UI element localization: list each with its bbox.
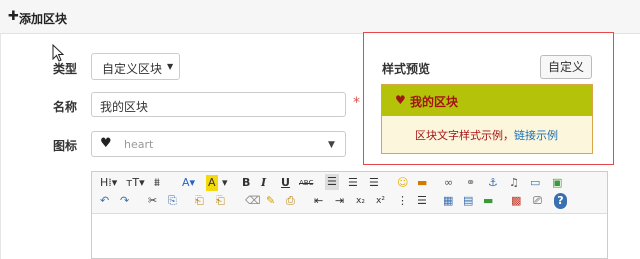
link-icon[interactable]: ∞ — [444, 175, 453, 191]
type-dropdown-button[interactable]: 自定义区块 ▼ — [91, 53, 180, 80]
paste-text-icon[interactable]: ⎗ — [216, 193, 225, 209]
preview-block: ♥ 我的区块 区块文字样式示例，链接示例 — [381, 84, 593, 154]
icon-select-value: heart — [124, 138, 154, 151]
help-icon[interactable]: ? — [554, 193, 567, 209]
media-icon[interactable]: ♫ — [509, 175, 519, 191]
underline-button[interactable]: U — [281, 175, 290, 191]
superscript-icon[interactable]: x² — [376, 193, 385, 209]
preview-block-text: 区块文字样式示例，链接示例 — [415, 127, 558, 143]
preview-block-body: 区块文字样式示例，链接示例 — [382, 116, 592, 153]
editor-toolbar: H⁞▾ ᴛT▾ ⩩ A▾ A ▾ B I U ABC ☰ ☰ ☰ ☺ ▬ ∞ ⚭… — [92, 172, 607, 214]
clear-format-icon[interactable]: ⎙ — [286, 193, 295, 209]
outdent-icon[interactable]: ⇤ — [314, 193, 323, 209]
customize-button[interactable]: 自定义 — [540, 55, 592, 79]
heart-icon: ♥ — [100, 136, 112, 151]
panel-header: ✚ 添加区块 — [0, 0, 640, 34]
strikethrough-button[interactable]: ABC — [299, 175, 313, 191]
emoticon-icon[interactable]: ☺ — [397, 175, 408, 191]
type-label: 类型 — [53, 62, 78, 76]
type-value: 自定义区块 — [102, 62, 163, 76]
preview-sample-link[interactable]: 链接示例 — [514, 129, 558, 142]
name-label: 名称 — [53, 100, 78, 114]
paste-icon[interactable]: ⎗ — [195, 193, 204, 209]
font-color-button[interactable]: A▾ — [182, 175, 195, 191]
horizontal-rule-icon[interactable]: ▬ — [483, 193, 493, 209]
redo-icon[interactable]: ↷ — [120, 193, 129, 209]
preview-title: 样式预览 — [382, 62, 431, 76]
page-break-icon[interactable]: ⎚ — [533, 193, 542, 209]
align-right-button[interactable]: ☰ — [369, 175, 379, 191]
picture-icon[interactable]: ▣ — [552, 175, 562, 191]
name-input-value: 我的区块 — [100, 100, 149, 114]
align-left-button[interactable]: ☰ — [325, 174, 339, 190]
plus-icon: ✚ — [8, 9, 19, 24]
image-insert-icon[interactable]: ▬ — [417, 175, 427, 191]
indent-icon[interactable]: ⇥ — [335, 193, 344, 209]
eraser-icon[interactable]: ⌫ — [245, 193, 261, 209]
undo-icon[interactable]: ↶ — [100, 193, 109, 209]
icon-label: 图标 — [53, 139, 78, 153]
italic-button[interactable]: I — [261, 175, 266, 191]
heading-button[interactable]: H⁞▾ — [100, 175, 117, 191]
unlink-icon[interactable]: ⚭ — [466, 175, 475, 191]
preview-block-header: ♥ 我的区块 — [382, 85, 592, 116]
style-preview-panel: 样式预览 自定义 ♥ 我的区块 区块文字样式示例，链接示例 — [363, 32, 614, 165]
table-icon[interactable]: ▦ — [443, 193, 453, 209]
required-marker: * — [353, 95, 360, 111]
ordered-list-icon[interactable]: ⋮ — [397, 193, 408, 209]
align-center-button[interactable]: ☰ — [348, 175, 358, 191]
name-input[interactable]: 我的区块 — [91, 92, 346, 117]
caret-down-icon: ▼ — [167, 62, 174, 71]
flash-icon[interactable]: ▭ — [530, 175, 540, 191]
template-icon[interactable]: ▤ — [463, 193, 473, 209]
rich-text-editor[interactable]: H⁞▾ ᴛT▾ ⩩ A▾ A ▾ B I U ABC ☰ ☰ ☰ ☺ ▬ ∞ ⚭… — [91, 171, 608, 259]
icon-select[interactable]: ♥ heart ▼ — [91, 131, 346, 157]
unordered-list-icon[interactable]: ☰ — [417, 193, 427, 209]
cut-icon[interactable]: ✂ — [148, 193, 157, 209]
code-icon[interactable]: ▩ — [511, 193, 521, 209]
highlight-dropdown-icon[interactable]: ▾ — [222, 175, 228, 191]
copy-icon[interactable]: ⎘ — [168, 193, 177, 209]
bold-button[interactable]: B — [242, 175, 250, 191]
font-size-button[interactable]: ᴛT▾ — [126, 175, 145, 191]
line-height-button[interactable]: ⩩ — [154, 175, 160, 191]
panel-title: 添加区块 — [19, 12, 68, 26]
format-brush-icon[interactable]: ✎ — [266, 193, 275, 209]
chevron-down-icon: ▼ — [328, 140, 335, 150]
subscript-icon[interactable]: x₂ — [356, 193, 365, 209]
preview-block-title: 我的区块 — [410, 95, 459, 109]
heart-icon: ♥ — [395, 93, 406, 107]
highlight-color-button[interactable]: A — [206, 175, 218, 191]
preview-sample-text: 区块文字样式示例， — [415, 129, 514, 142]
anchor-icon[interactable]: ⚓ — [488, 175, 498, 191]
